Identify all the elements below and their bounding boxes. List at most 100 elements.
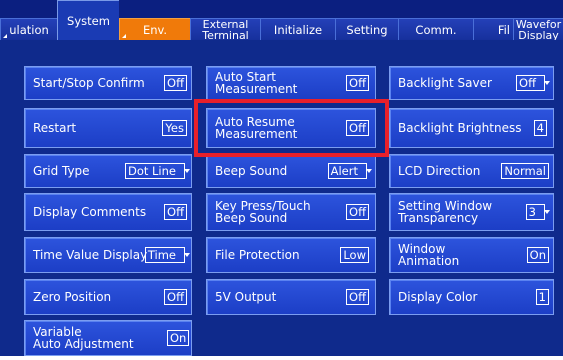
dropdown-arrow-icon bbox=[184, 253, 190, 257]
display-color-button[interactable]: Display Color 1 bbox=[389, 279, 554, 315]
tab-initialize[interactable]: Initialize bbox=[260, 18, 335, 40]
setting-value: Yes bbox=[162, 120, 187, 136]
start-stop-confirm-button[interactable]: Start/Stop Confirm Off bbox=[24, 66, 192, 100]
setting-label: LCD Direction bbox=[398, 164, 481, 178]
beep-sound-button[interactable]: Beep Sound Alert bbox=[206, 154, 376, 188]
setting-value-dropdown: Time bbox=[144, 247, 190, 263]
restart-button[interactable]: Restart Yes bbox=[24, 108, 192, 148]
setting-label-line2: Transparency bbox=[398, 211, 479, 225]
setting-value: Off bbox=[346, 120, 369, 136]
5v-output-button[interactable]: 5V Output Off bbox=[206, 279, 376, 315]
setting-value: Off bbox=[164, 289, 187, 305]
backlight-brightness-button[interactable]: Backlight Brightness 4 bbox=[389, 108, 554, 148]
tab-label: Wavefor Display bbox=[516, 19, 561, 41]
setting-value: 3 bbox=[528, 205, 536, 219]
time-value-display-button[interactable]: Time Value Display Time bbox=[24, 237, 192, 273]
dropdown-arrow-icon bbox=[544, 210, 550, 214]
dropdown-arrow-icon bbox=[544, 81, 550, 85]
setting-label: Display Comments bbox=[33, 205, 147, 219]
tab-label: Initialize bbox=[273, 22, 323, 37]
setting-label: Variable Auto Adjustment bbox=[33, 321, 134, 355]
tab-setting[interactable]: Setting bbox=[335, 18, 398, 40]
window-animation-button[interactable]: Window Animation On bbox=[389, 237, 554, 273]
setting-value: Off bbox=[346, 289, 369, 305]
settings-screen: ulation System Env. External Terminal In… bbox=[0, 0, 563, 360]
tab-comm[interactable]: Comm. bbox=[398, 18, 473, 40]
setting-label-line2: Measurement bbox=[215, 82, 298, 96]
tab-waveform-display[interactable]: Wavefor Display bbox=[513, 18, 563, 40]
setting-value: Off bbox=[346, 204, 369, 220]
dropdown-arrow-icon bbox=[184, 169, 190, 173]
setting-label: Restart bbox=[33, 121, 77, 135]
setting-label: Setting Window Transparency bbox=[398, 194, 492, 230]
tab-label: Fil bbox=[497, 22, 510, 37]
tab-label: Setting bbox=[346, 22, 388, 37]
tab-label: Env. bbox=[142, 22, 168, 37]
grid-type-button[interactable]: Grid Type Dot Line bbox=[24, 154, 192, 188]
tab-label-line1: Wavefor bbox=[515, 17, 562, 31]
setting-value: On bbox=[526, 247, 549, 263]
tab-env[interactable]: Env. bbox=[119, 18, 190, 40]
setting-label: Grid Type bbox=[33, 164, 90, 178]
setting-value-dropdown: Alert bbox=[327, 163, 372, 179]
setting-label-line2: Auto Adjustment bbox=[33, 337, 134, 351]
setting-label: Zero Position bbox=[33, 290, 112, 304]
tab-file[interactable]: Fil bbox=[473, 18, 513, 40]
setting-label: Backlight Brightness bbox=[398, 121, 522, 135]
tab-system[interactable]: System bbox=[57, 0, 119, 40]
setting-label: Beep Sound bbox=[215, 164, 288, 178]
setting-label: Window Animation bbox=[398, 238, 459, 272]
setting-value: Alert bbox=[330, 164, 358, 178]
setting-window-transparency-button[interactable]: Setting Window Transparency 3 bbox=[389, 193, 554, 231]
setting-value-dropdown: 3 bbox=[525, 204, 550, 220]
setting-label: Start/Stop Confirm bbox=[33, 76, 145, 90]
tab-label: ulation bbox=[9, 22, 49, 37]
setting-value-dropdown: Off bbox=[516, 75, 550, 91]
setting-value: Low bbox=[340, 247, 369, 263]
tab-label: Comm. bbox=[415, 22, 457, 37]
tab-simulation[interactable]: ulation bbox=[0, 18, 57, 40]
tab-label: External Terminal bbox=[202, 19, 249, 41]
setting-value: Dot Line bbox=[127, 164, 176, 178]
setting-label-line2: Animation bbox=[398, 254, 460, 268]
setting-label: Auto Start Measurement bbox=[215, 67, 297, 99]
auto-resume-measurement-button[interactable]: Auto Resume Measurement Off bbox=[206, 108, 376, 148]
setting-value: Normal bbox=[501, 163, 549, 179]
setting-label: Display Color bbox=[398, 290, 478, 304]
setting-label-line2: Measurement bbox=[215, 127, 298, 141]
setting-label: Key Press/Touch Beep Sound bbox=[215, 194, 311, 230]
lcd-direction-button[interactable]: LCD Direction Normal bbox=[389, 154, 554, 188]
setting-value: 1 bbox=[535, 289, 549, 305]
tab-external-terminal[interactable]: External Terminal bbox=[190, 18, 260, 40]
setting-label: Time Value Display bbox=[33, 248, 148, 262]
key-press-touch-beep-button[interactable]: Key Press/Touch Beep Sound Off bbox=[206, 193, 376, 231]
tab-corner-icon bbox=[3, 34, 7, 38]
zero-position-button[interactable]: Zero Position Off bbox=[24, 279, 192, 315]
tab-bar: ulation System Env. External Terminal In… bbox=[0, 0, 563, 40]
auto-start-measurement-button[interactable]: Auto Start Measurement Off bbox=[206, 66, 376, 100]
setting-value: Off bbox=[164, 204, 187, 220]
dropdown-arrow-icon bbox=[366, 169, 372, 173]
tab-label-line2: Terminal bbox=[202, 28, 249, 41]
setting-value: Off bbox=[346, 75, 369, 91]
tab-label-line2: Display bbox=[518, 28, 559, 41]
setting-value: 4 bbox=[533, 120, 547, 136]
setting-value: Off bbox=[519, 76, 536, 90]
display-comments-button[interactable]: Display Comments Off bbox=[24, 193, 192, 231]
tab-label: System bbox=[67, 13, 110, 28]
file-protection-button[interactable]: File Protection Low bbox=[206, 237, 376, 273]
setting-label-line2: Beep Sound bbox=[215, 211, 288, 225]
bottom-strip bbox=[0, 356, 563, 360]
setting-label: Backlight Saver bbox=[398, 76, 492, 90]
tab-corner-icon bbox=[122, 34, 126, 38]
setting-value: Time bbox=[147, 248, 176, 262]
variable-auto-adjustment-button[interactable]: Variable Auto Adjustment On bbox=[24, 320, 192, 356]
tab-label-line1: External bbox=[202, 17, 249, 31]
setting-value: On bbox=[167, 330, 190, 346]
setting-label: 5V Output bbox=[215, 290, 277, 304]
setting-label: File Protection bbox=[215, 248, 300, 262]
setting-value: Off bbox=[164, 75, 187, 91]
backlight-saver-button[interactable]: Backlight Saver Off bbox=[389, 66, 554, 100]
setting-value-dropdown: Dot Line bbox=[124, 163, 190, 179]
setting-label: Auto Resume Measurement bbox=[215, 109, 297, 147]
